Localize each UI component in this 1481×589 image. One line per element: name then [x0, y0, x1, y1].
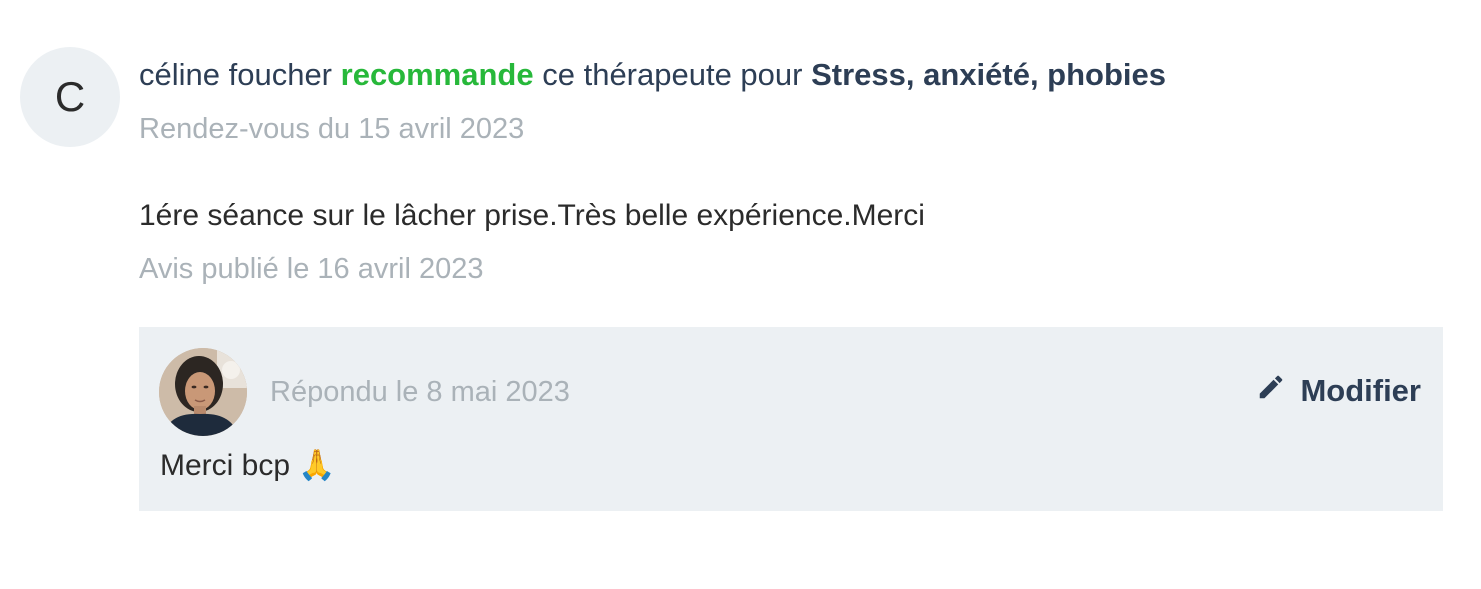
reply-text: Merci bcp 🙏	[160, 449, 336, 482]
therapist-avatar	[159, 348, 247, 436]
reviewer-initial: C	[54, 73, 86, 120]
review-card: C céline foucher recommande ce thérapeut…	[0, 0, 1481, 589]
pencil-icon	[1256, 372, 1286, 410]
edit-reply-button[interactable]: Modifier	[1256, 372, 1421, 410]
therapist-reply: Répondu le 8 mai 2023 Modifier Merci bcp…	[139, 327, 1443, 511]
review-published-date: Avis publié le 16 avril 2023	[139, 253, 484, 285]
specialty-label: Stress, anxiété, phobies	[811, 57, 1167, 92]
therapist-photo-icon	[159, 348, 247, 436]
review-headline: céline foucher recommande ce thérapeute …	[139, 55, 1166, 95]
appointment-date: Rendez-vous du 15 avril 2023	[139, 113, 525, 145]
headline-middle-text: ce thérapeute pour	[542, 57, 803, 92]
review-text: 1ére séance sur le lâcher prise.Très bel…	[139, 199, 925, 232]
reply-date: Répondu le 8 mai 2023	[270, 376, 570, 408]
edit-reply-label: Modifier	[1300, 373, 1421, 408]
reviewer-avatar: C	[20, 47, 120, 147]
reviewer-name: céline foucher	[139, 57, 333, 92]
recommend-label: recommande	[340, 57, 534, 92]
